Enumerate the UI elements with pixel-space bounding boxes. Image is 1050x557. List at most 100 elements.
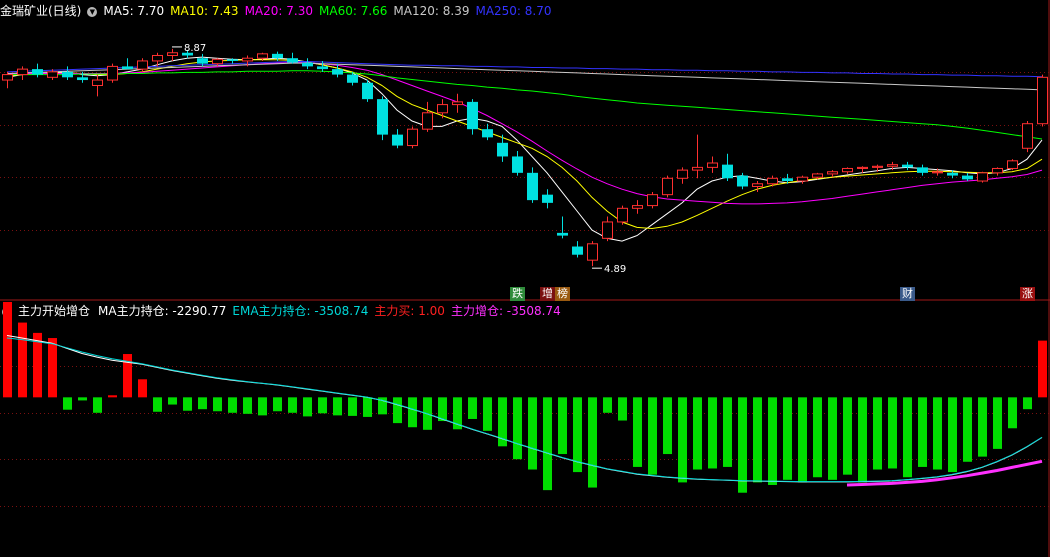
candle-down xyxy=(287,58,298,63)
candle-up xyxy=(617,207,628,223)
candle-down xyxy=(722,164,733,179)
indicator-bar xyxy=(48,338,57,398)
candle-up xyxy=(932,171,943,174)
indicator-bar xyxy=(153,397,162,412)
indicator-bar xyxy=(738,397,747,493)
indicator-bar xyxy=(408,397,417,428)
candle-down xyxy=(362,82,373,100)
indicator-bar xyxy=(768,397,777,485)
candle-down xyxy=(332,69,343,75)
indicator-bar xyxy=(78,397,87,401)
indicator-bar xyxy=(183,397,192,411)
candle-up xyxy=(1022,123,1033,149)
candle-down xyxy=(902,164,913,168)
indicator-bar xyxy=(228,397,237,413)
indicator-bar xyxy=(243,397,252,414)
indicator-bar xyxy=(3,301,12,398)
indicator-bar xyxy=(843,397,852,475)
candle-up xyxy=(257,53,268,59)
indicator-bar xyxy=(828,397,837,480)
ma60-line xyxy=(7,70,1043,140)
indicator-bar xyxy=(168,397,177,405)
candle-up xyxy=(797,176,808,182)
candle-up xyxy=(662,177,673,196)
candle-up xyxy=(767,177,778,185)
candle-up xyxy=(812,173,823,178)
signal-badge[interactable]: 增 xyxy=(540,287,555,301)
candle-up xyxy=(752,183,763,187)
candle-down xyxy=(197,58,208,64)
low-price-label: 4.89 xyxy=(604,264,626,275)
indicator-bar xyxy=(63,397,72,410)
indicator-bar xyxy=(213,397,222,412)
indicator-bar xyxy=(753,397,762,483)
indicator-bar xyxy=(663,397,672,455)
candle-down xyxy=(62,71,73,78)
candle-up xyxy=(152,54,163,62)
indicator-bar xyxy=(558,397,567,455)
candle-up xyxy=(992,167,1003,174)
candle-up xyxy=(857,166,868,169)
candle-down xyxy=(962,175,973,180)
indicator-bar xyxy=(513,397,522,460)
candle-up xyxy=(92,79,103,86)
indicator-bar xyxy=(873,397,882,470)
candle-up xyxy=(2,74,13,81)
indicator-bar xyxy=(603,397,612,413)
candle-up xyxy=(977,172,988,182)
indicator-bar xyxy=(813,397,822,478)
candle-up xyxy=(1037,76,1048,125)
indicator-bar xyxy=(468,397,477,419)
stock-chart[interactable]: 8.87 4.89 xyxy=(0,0,1050,557)
candle-up xyxy=(212,58,223,65)
indicator-bar xyxy=(363,397,372,417)
indicator-bar xyxy=(543,397,552,491)
indicator-bar xyxy=(138,379,147,398)
candle-down xyxy=(392,134,403,146)
candle-down xyxy=(512,156,523,173)
indicator-bar xyxy=(993,397,1002,449)
candle-up xyxy=(677,169,688,179)
candle-down xyxy=(32,69,43,75)
indicator-line-EMA主力持仓 xyxy=(6,337,1043,483)
indicator-bar xyxy=(648,397,657,475)
indicator-bar xyxy=(108,395,117,398)
candle-down xyxy=(272,53,283,59)
signal-badge[interactable]: 跌 xyxy=(510,287,525,301)
candle-up xyxy=(602,221,613,239)
candle-down xyxy=(497,142,508,157)
indicator-bar xyxy=(858,397,867,483)
candle-up xyxy=(872,165,883,168)
indicator-bar xyxy=(948,397,957,473)
candle-down xyxy=(347,74,358,83)
signal-badge[interactable]: 榜 xyxy=(555,287,570,301)
indicator-bar xyxy=(198,397,207,410)
indicator-bar xyxy=(273,397,282,412)
ma10-line xyxy=(6,59,1043,230)
indicator-bar xyxy=(333,397,342,416)
candle-up xyxy=(452,101,463,106)
indicator-bar xyxy=(978,397,987,457)
candle-up xyxy=(47,71,58,78)
candle-down xyxy=(302,62,313,67)
indicator-bar xyxy=(93,397,102,413)
signal-badge[interactable]: 涨 xyxy=(1020,287,1035,301)
indicator-bar xyxy=(303,397,312,417)
candle-up xyxy=(887,164,898,167)
candle-up xyxy=(137,60,148,70)
indicator-bar xyxy=(933,397,942,470)
signal-badge[interactable]: 财 xyxy=(900,287,915,301)
candle-down xyxy=(482,129,493,138)
candle-down xyxy=(542,194,553,203)
indicator-bar xyxy=(288,397,297,413)
candle-up xyxy=(647,194,658,207)
candle-down xyxy=(557,232,568,236)
candle-down xyxy=(467,101,478,130)
candle-up xyxy=(707,162,718,168)
indicator-bar xyxy=(348,397,357,416)
indicator-bar xyxy=(963,397,972,462)
indicator-bar xyxy=(1038,340,1047,398)
indicator-bar xyxy=(678,397,687,483)
candle-up xyxy=(587,243,598,261)
indicator-bar xyxy=(918,397,927,467)
